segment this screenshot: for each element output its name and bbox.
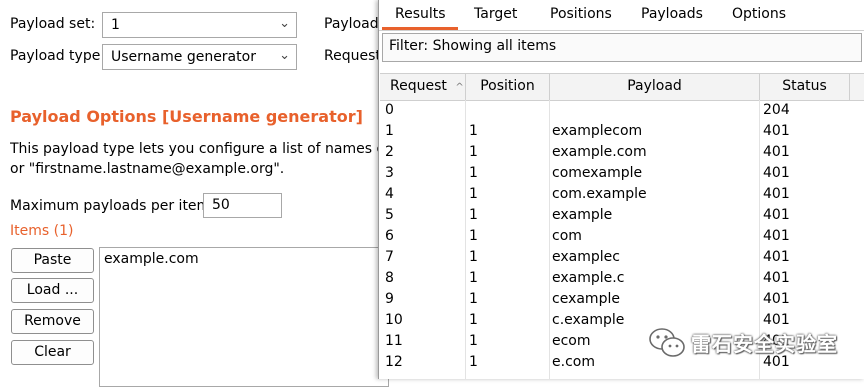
request-count-label: Request	[324, 48, 381, 64]
active-tab-indicator	[382, 27, 458, 30]
column-header-status[interactable]: Status	[760, 74, 850, 100]
description-line-1: This payload type lets you configure a l…	[10, 141, 380, 157]
table-row[interactable]: 9 1 cexample 401	[379, 289, 864, 310]
column-header-request-label: Request	[390, 78, 447, 94]
sort-ascending-icon: ^	[455, 82, 464, 93]
payload-type-label: Payload type:	[10, 48, 106, 64]
column-header-position[interactable]: Position	[466, 74, 550, 100]
list-item[interactable]: example.com	[104, 251, 384, 267]
tab-options[interactable]: Options	[732, 6, 786, 22]
payload-set-dropdown[interactable]: 1 ⌄	[102, 12, 297, 38]
table-row[interactable]: 4 1 com.example 401	[379, 184, 864, 205]
tab-target[interactable]: Target	[474, 6, 517, 22]
tab-results[interactable]: Results	[395, 6, 446, 22]
wechat-icon	[649, 328, 685, 357]
table-row[interactable]: 2 1 example.com 401	[379, 142, 864, 163]
tab-payloads[interactable]: Payloads	[641, 6, 703, 22]
payload-set-value: 1	[111, 17, 120, 33]
items-label: Items (1)	[10, 223, 74, 239]
description-line-2: or "firstname.lastname@example.org".	[10, 161, 285, 177]
table-row[interactable]: 6 1 com 401	[379, 226, 864, 247]
payload-set-label: Payload set:	[10, 16, 96, 32]
table-row[interactable]: 8 1 example.c 401	[379, 268, 864, 289]
paste-button[interactable]: Paste	[11, 248, 94, 273]
payload-options-title: Payload Options [Username generator]	[10, 107, 363, 126]
tab-positions[interactable]: Positions	[550, 6, 612, 22]
filter-bar[interactable]: Filter: Showing all items	[382, 33, 862, 62]
table-row[interactable]: 5 1 example 401	[379, 205, 864, 226]
table-row[interactable]: 7 1 examplec 401	[379, 247, 864, 268]
results-table-header: Request ^ Position Payload Status	[380, 73, 864, 101]
payload-options-description: This payload type lets you configure a l…	[10, 139, 380, 179]
remove-button[interactable]: Remove	[11, 309, 94, 334]
chevron-down-icon: ⌄	[279, 16, 290, 31]
table-row[interactable]: 3 1 comexample 401	[379, 163, 864, 184]
payload-count-label: Payload	[324, 16, 379, 32]
max-payloads-label: Maximum payloads per item:	[10, 198, 215, 214]
watermark: 雷石安全实验室	[641, 322, 861, 366]
table-row[interactable]: 0 204	[379, 100, 864, 121]
watermark-text: 雷石安全实验室	[691, 332, 838, 356]
payload-type-value: Username generator	[111, 49, 256, 65]
items-list[interactable]: example.com	[99, 247, 389, 387]
results-tab-bar: Results Target Positions Payloads Option…	[379, 0, 864, 31]
column-header-request[interactable]: Request ^	[380, 74, 466, 100]
chevron-down-icon: ⌄	[279, 48, 290, 63]
payload-config-panel: Payload set: 1 ⌄ Payload Payload type: U…	[0, 0, 389, 387]
load-button[interactable]: Load ...	[11, 278, 94, 303]
table-row[interactable]: 1 1 examplecom 401	[379, 121, 864, 142]
payload-type-dropdown[interactable]: Username generator ⌄	[102, 44, 297, 70]
clear-button[interactable]: Clear	[11, 340, 94, 365]
column-header-payload[interactable]: Payload	[550, 74, 760, 100]
max-payloads-input[interactable]: 50	[203, 193, 282, 218]
